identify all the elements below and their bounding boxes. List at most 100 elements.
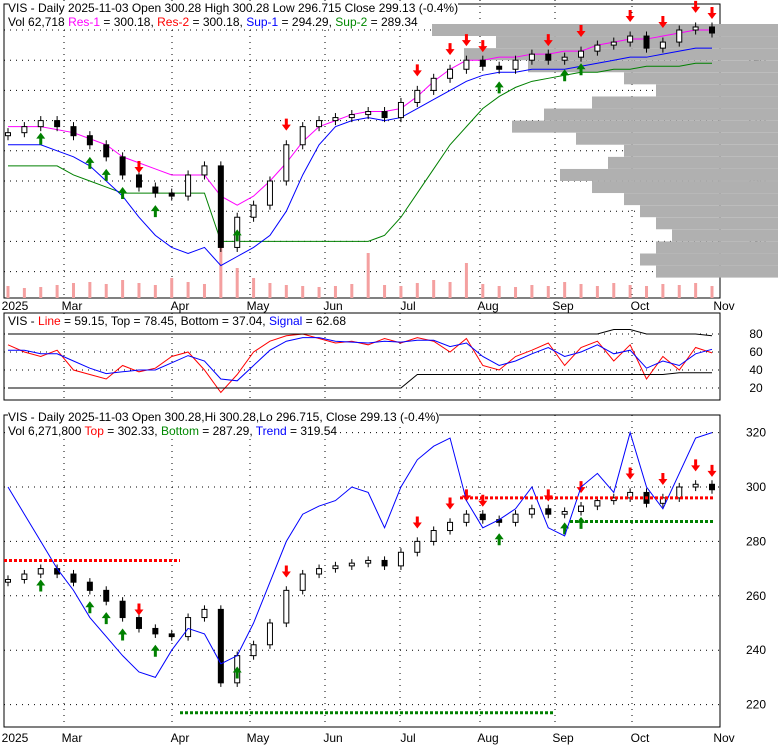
volume-profile-bar xyxy=(592,181,778,194)
p3-candle xyxy=(447,521,454,532)
p1-date-label: Aug xyxy=(477,299,498,313)
p3-candle xyxy=(70,573,77,583)
p1-sell-arrow xyxy=(281,118,291,131)
p1-buy-arrow xyxy=(36,132,46,145)
legend-trend: Trend xyxy=(255,424,287,438)
volume-bar xyxy=(104,284,108,298)
volume-profile-bar xyxy=(592,96,778,109)
panel-1-frame xyxy=(3,3,721,299)
line-values: = 59.15, Top = 78.45, Bottom = 37.04, xyxy=(60,314,269,328)
p3-sell-arrow xyxy=(707,464,717,477)
volume-bar xyxy=(563,282,567,298)
sup1-line xyxy=(8,47,712,267)
p3-candle xyxy=(283,589,290,624)
p3-tick-label: 280 xyxy=(746,534,766,548)
p3-candle xyxy=(5,578,11,583)
p1-candle xyxy=(332,117,339,122)
signal-value: = 62.68 xyxy=(302,314,347,328)
ticker: VIS - xyxy=(8,314,39,328)
p2-tick-label: 40 xyxy=(749,363,763,377)
p1-date-label: Oct xyxy=(631,299,650,313)
p1-candle xyxy=(676,29,683,43)
volume-bar xyxy=(71,283,75,298)
p3-buy-arrow xyxy=(101,612,111,625)
p1-candle xyxy=(627,35,634,43)
p1-candle xyxy=(119,156,126,176)
volume-bar xyxy=(481,284,485,298)
p1-candle xyxy=(152,186,159,194)
p1-candle xyxy=(414,89,421,103)
p3-date-label: Nov xyxy=(713,731,734,745)
p3-tick-label: 320 xyxy=(746,426,766,440)
p1-candle xyxy=(430,77,437,91)
p3-candle xyxy=(21,573,28,580)
p1-candle xyxy=(545,53,552,61)
p3-candle xyxy=(299,573,306,591)
p1-candle xyxy=(692,26,699,31)
p1-candle xyxy=(397,101,404,119)
p3-candle xyxy=(512,513,519,523)
p1-candle xyxy=(512,59,519,70)
volume-profile-bar xyxy=(560,168,778,181)
p3-buy-arrow xyxy=(118,628,128,641)
p3-candle xyxy=(152,627,159,635)
p1-candle xyxy=(185,174,192,197)
trend-value: = 319.54 xyxy=(286,424,338,438)
p3-date-label: Sep xyxy=(552,731,574,745)
volume-bar xyxy=(333,286,337,298)
p1-buy-arrow xyxy=(118,187,128,200)
panel3-legend: Vol 6,271,800 Top = 302.33, Bottom = 287… xyxy=(8,424,338,438)
p3-candle xyxy=(217,608,224,684)
p3-date-label: Jul xyxy=(400,731,415,745)
p3-sell-arrow xyxy=(658,473,668,485)
p1-candle xyxy=(283,144,290,182)
legend-top: Top xyxy=(84,424,104,438)
volume-profile-bar xyxy=(624,193,778,206)
volume-text: Vol 6,271,800 xyxy=(8,424,85,438)
p3-sell-arrow xyxy=(134,603,144,616)
volume-profile-bar xyxy=(656,217,778,230)
p1-date-label: Apr xyxy=(171,299,190,313)
p1-candle xyxy=(463,59,470,70)
p3-buy-arrow xyxy=(232,666,242,679)
p3-candle xyxy=(266,622,273,646)
ohlc-text: - Daily 2025-11-03 Open 300.28 High 300.… xyxy=(27,1,459,15)
p1-candle xyxy=(250,204,257,218)
p1-date-label: Mar xyxy=(62,299,83,313)
p1-candle xyxy=(5,132,11,137)
volume-profile-bar xyxy=(496,36,778,49)
p3-candle xyxy=(135,617,142,629)
p3-candle xyxy=(709,483,715,491)
p3-candle xyxy=(676,486,683,499)
legend-signal: Signal xyxy=(268,314,303,328)
volume-bar xyxy=(186,282,190,298)
volume-bar xyxy=(399,286,403,298)
p3-candle xyxy=(332,565,339,570)
volume-profile-bar xyxy=(624,72,778,85)
p1-candle xyxy=(365,111,372,116)
p1-candle xyxy=(479,59,486,67)
volume-bar xyxy=(628,285,632,298)
p1-date-label: Sep xyxy=(552,299,574,313)
p1-sell-arrow xyxy=(412,64,422,77)
volume-bar xyxy=(464,263,468,298)
p3-candle xyxy=(250,644,257,657)
p3-candle xyxy=(316,568,323,575)
volume-bar xyxy=(383,285,387,298)
volume-bar xyxy=(415,283,419,298)
p1-candle xyxy=(709,26,715,34)
volume-bar xyxy=(284,285,288,298)
volume-bar xyxy=(121,280,125,298)
p1-date-label: Jul xyxy=(400,299,415,313)
p3-candle xyxy=(119,600,126,619)
sup2-line xyxy=(8,62,712,242)
p3-date-label: Jun xyxy=(323,731,342,745)
p1-candle xyxy=(135,174,142,188)
oscillator-bottom-line xyxy=(8,372,712,389)
p1-candle xyxy=(381,111,388,119)
volume-profile-bar xyxy=(608,156,778,169)
p3-candle xyxy=(545,508,552,515)
sup1-value: = 294.29, xyxy=(278,15,336,29)
p3-candle xyxy=(397,551,404,567)
volume-bar xyxy=(39,287,43,298)
